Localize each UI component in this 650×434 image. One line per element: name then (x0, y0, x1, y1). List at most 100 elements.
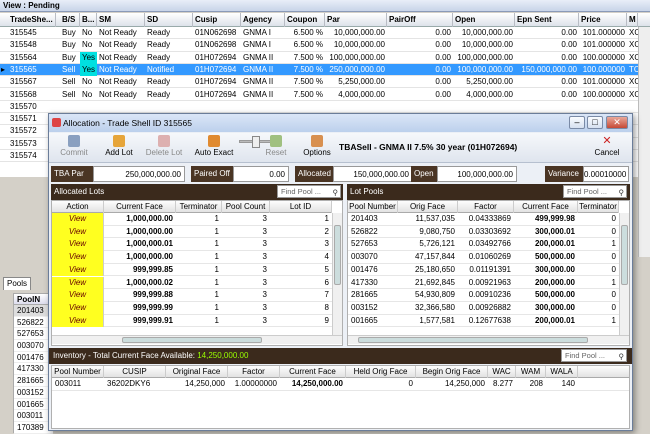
allocated-lots-vscroll[interactable] (332, 213, 342, 335)
col-begin-orig-face[interactable]: Begin Orig Face (416, 366, 488, 378)
col-pool-count[interactable]: Pool Count (222, 201, 270, 213)
tab-pools[interactable]: Pools (3, 277, 31, 290)
allocated-field[interactable]: 150,000,000.00 (333, 166, 413, 182)
trade-row[interactable]: 315570 (0, 101, 650, 114)
lot-pool-row[interactable]: 003152 32,366,580 0.00926882 300,000.00 0 (348, 302, 619, 315)
col-current-face[interactable]: Current Face (104, 201, 176, 213)
lot-pool-row[interactable]: 526822 9,080,750 0.03303692 300,000.01 0 (348, 226, 619, 239)
col-current-face[interactable]: Current Face (514, 201, 578, 213)
allocated-lot-row[interactable]: View 999,999.99 1 3 8 (52, 301, 332, 315)
scroll-thumb[interactable] (122, 337, 262, 343)
col-sd[interactable]: SD (145, 13, 193, 27)
trade-row[interactable]: 315564 Buy Yes Not Ready Ready 01H072694 GNMA … (0, 51, 650, 64)
delete-lot-button[interactable]: Delete Lot (144, 135, 184, 157)
lot-pools-hscroll[interactable] (348, 335, 629, 344)
reset-button[interactable]: Reset (261, 135, 291, 157)
allocated-lot-row[interactable]: View 999,999.91 1 3 9 (52, 314, 332, 328)
allocated-lot-row[interactable]: View 999,999.85 1 3 5 (52, 263, 332, 277)
allocated-lot-row[interactable]: View 1,000,000.00 1 3 4 (52, 251, 332, 264)
col-wala[interactable]: WALA (546, 366, 578, 378)
col-terminator[interactable]: Terminator (578, 201, 619, 213)
allocated-lots-hscroll[interactable] (52, 335, 342, 344)
col-tradeshell[interactable]: TradeShe... (8, 13, 56, 27)
col-pool-number[interactable]: Pool Number (52, 366, 104, 378)
trade-row[interactable]: 315548 Buy No Not Ready Ready 01N062698 GNMA I… (0, 39, 650, 52)
col-par[interactable]: Par (325, 13, 387, 27)
lot-pool-row[interactable]: 201403 11,537,035 0.04333869 499,999.98 0 (348, 213, 619, 226)
options-button[interactable]: Options (301, 135, 333, 157)
col-current-face[interactable]: Current Face (280, 366, 346, 378)
trade-row[interactable]: 315568 Sell No Not Ready Ready 01H072694 GNMA … (0, 89, 650, 101)
dialog-title-bar[interactable]: Allocation - Trade Shell ID 315565 – □ ✕ (49, 114, 632, 132)
allocated-lot-row[interactable]: View 1,000,000.02 1 3 6 (52, 276, 332, 290)
cell-action-view-button[interactable]: View (52, 276, 104, 290)
col-cusip[interactable]: Cusip (193, 13, 241, 27)
col-terminator[interactable]: Terminator (176, 201, 222, 213)
close-icon[interactable]: ✕ (606, 116, 628, 129)
allocated-lot-row[interactable]: View 1,000,000.00 1 3 1 (52, 213, 332, 226)
col-wac[interactable]: WAC (488, 366, 516, 378)
cell-action-view-button[interactable]: View (52, 251, 104, 264)
col-wam[interactable]: WAM (516, 366, 546, 378)
allocated-lot-row[interactable]: View 1,000,000.00 1 3 2 (52, 225, 332, 239)
paired-off-field[interactable]: 0.00 (233, 166, 289, 182)
cell-action-view-button[interactable]: View (52, 213, 104, 226)
scroll-thumb[interactable] (358, 337, 588, 343)
col-original-face[interactable]: Original Face (166, 366, 228, 378)
pending-grid-scrollbar[interactable] (638, 27, 650, 257)
add-lot-button[interactable]: Add Lot (101, 135, 137, 157)
col-epn[interactable]: Epn Sent (515, 13, 579, 27)
col-pool-number[interactable]: Pool Number (348, 201, 398, 213)
commit-button[interactable]: Commit (57, 135, 91, 157)
col-m[interactable]: M (627, 13, 638, 27)
allocated-lot-row[interactable]: View 999,999.88 1 3 7 (52, 289, 332, 302)
col-sm[interactable]: SM (97, 13, 145, 27)
minimize-icon[interactable]: – (569, 116, 585, 129)
search-icon[interactable]: ⚲ (619, 351, 625, 362)
trade-row[interactable]: 315567 Sell No Not Ready Ready 01H072694 GNMA … (0, 76, 650, 89)
lot-pools-find-pool-input[interactable]: Find Pool ... ⚲ (563, 185, 627, 198)
pools-header[interactable]: PoolN (13, 293, 53, 305)
col-pairoff[interactable]: PairOff (387, 13, 453, 27)
cell-action-view-button[interactable]: View (52, 314, 104, 328)
col-action[interactable]: Action (52, 201, 104, 213)
cell-action-view-button[interactable]: View (52, 289, 104, 302)
col-lot-id[interactable]: Lot ID (270, 201, 332, 213)
col-b[interactable]: B... (80, 13, 97, 27)
lot-pool-row[interactable]: 527653 5,726,121 0.03492766 200,000.01 1 (348, 238, 619, 252)
col-agency[interactable]: Agency (241, 13, 285, 27)
lot-pool-row[interactable]: 281665 54,930,809 0.00910236 500,000.00 0 (348, 289, 619, 302)
trade-row[interactable]: ▸ 315565 Sell Yes Not Ready Notified 01H072694… (0, 63, 650, 77)
col-factor[interactable]: Factor (458, 201, 514, 213)
col-factor[interactable]: Factor (228, 366, 280, 378)
inventory-row[interactable]: 003011 36202DKY6 14,250,000 1.00000000 14,25… (52, 378, 629, 391)
col-bs[interactable]: B/S (60, 13, 80, 27)
search-icon[interactable]: ⚲ (333, 187, 339, 198)
allocated-lot-row[interactable]: View 1,000,000.01 1 3 3 (52, 238, 332, 252)
lot-pools-vscroll[interactable] (619, 213, 629, 335)
search-icon[interactable]: ⚲ (619, 187, 625, 198)
cell-action-view-button[interactable]: View (52, 225, 104, 239)
cell-action-view-button[interactable]: View (52, 238, 104, 252)
cell-action-view-button[interactable]: View (52, 263, 104, 277)
lot-pool-row[interactable]: 417330 21,692,845 0.00921963 200,000.00 1 (348, 277, 619, 290)
trade-row[interactable]: 315545 Buy No Not Ready Ready 01N062698 GNMA I… (0, 27, 650, 40)
tba-par-field[interactable]: 250,000,000.00 (93, 166, 185, 182)
open-field[interactable]: 100,000,000.00 (437, 166, 517, 182)
col-coupon[interactable]: Coupon (285, 13, 325, 27)
lot-pool-row[interactable]: 003070 47,157,844 0.01060269 500,000.00 0 (348, 251, 619, 264)
cancel-button[interactable]: ✕ Cancel (591, 135, 623, 157)
variance-field[interactable]: 0.00010000 (583, 166, 629, 182)
scroll-thumb[interactable] (334, 225, 341, 285)
scroll-thumb[interactable] (621, 225, 628, 285)
col-open[interactable]: Open (453, 13, 515, 27)
maximize-icon[interactable]: □ (587, 116, 603, 129)
allocated-find-pool-input[interactable]: Find Pool ... ⚲ (277, 185, 341, 198)
auto-exact-button[interactable]: Auto Exact (192, 135, 236, 157)
lot-pool-row[interactable]: 001476 25,180,650 0.01191391 300,000.00 0 (348, 264, 619, 277)
col-cusip[interactable]: CUSIP (104, 366, 166, 378)
lot-pool-row[interactable]: 001665 1,577,581 0.12677638 200,000.01 1 (348, 315, 619, 328)
col-price[interactable]: Price (579, 13, 627, 27)
slider-handle[interactable] (252, 136, 260, 148)
col-orig-face[interactable]: Orig Face (398, 201, 458, 213)
